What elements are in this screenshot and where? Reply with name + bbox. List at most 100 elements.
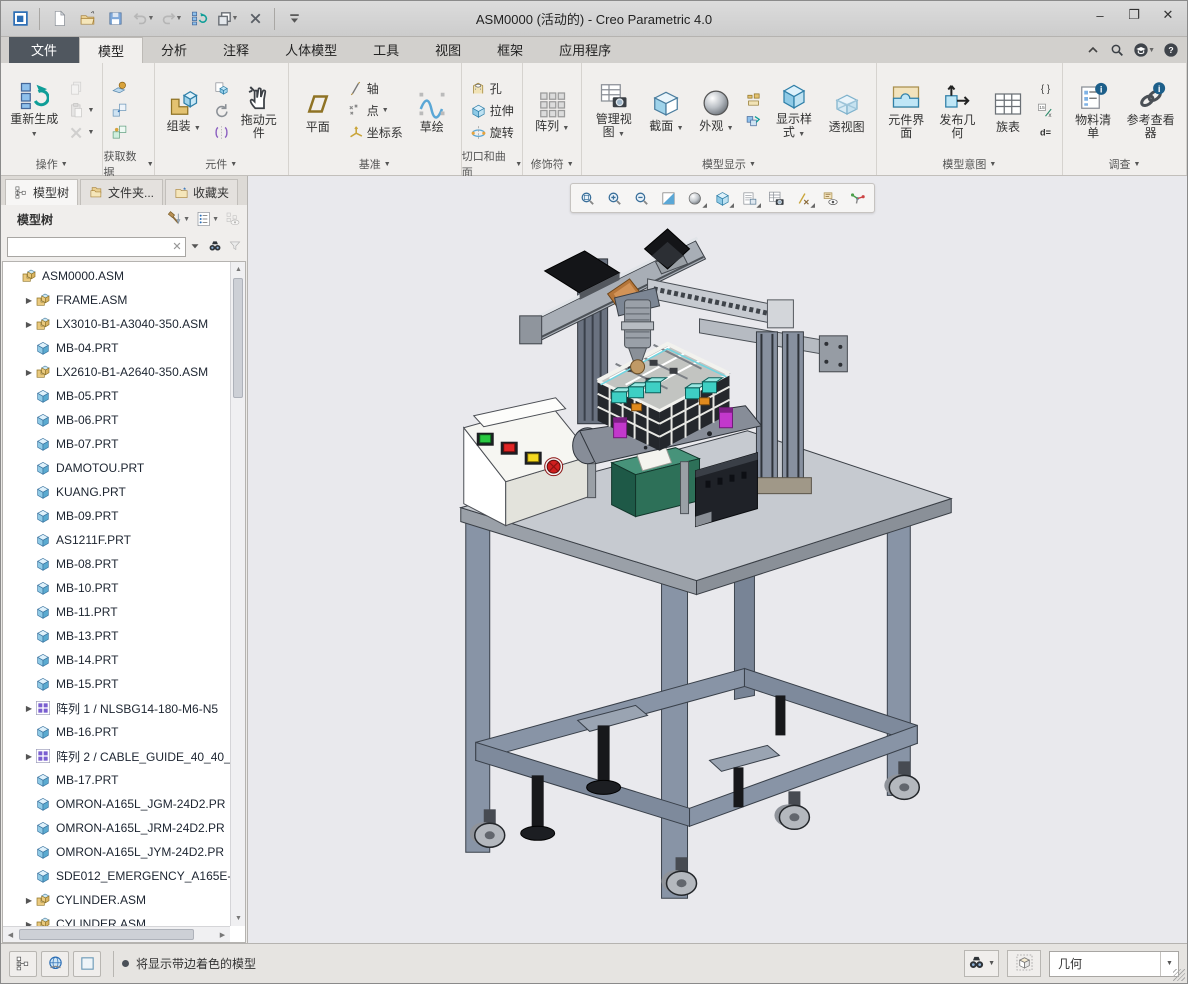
navigator-tab-模型树[interactable]: 模型树 — [5, 179, 78, 205]
tree-item[interactable]: DAMOTOU.PRT — [3, 456, 230, 480]
manage-views-button[interactable]: 管理视图 ▼ — [588, 77, 639, 143]
new-file-button[interactable] — [46, 6, 72, 32]
group-label[interactable]: 基准▼ — [289, 153, 461, 175]
tree-item[interactable]: MB-05.PRT — [3, 384, 230, 408]
customize-quick-access-button[interactable] — [281, 6, 307, 32]
tree-item[interactable]: KUANG.PRT — [3, 480, 230, 504]
tree-item[interactable]: ASM0000.ASM — [3, 264, 230, 288]
select-items-button[interactable] — [1007, 950, 1041, 977]
tab-人体模型[interactable]: 人体模型 — [267, 37, 355, 63]
tree-item[interactable]: OMRON-A165L_JGM-24D2.PR — [3, 792, 230, 816]
tree-item[interactable]: ▶CYLINDER.ASM — [3, 912, 230, 926]
navigator-tab-收藏夹[interactable]: *收藏夹 — [165, 179, 238, 205]
scenes-button[interactable] — [743, 112, 764, 131]
open-file-button[interactable] — [74, 6, 100, 32]
create-component-button[interactable] — [211, 79, 232, 98]
tree-item[interactable]: MB-13.PRT — [3, 624, 230, 648]
tree-vertical-scrollbar[interactable]: ▲ ▼ — [230, 262, 245, 926]
tab-框架[interactable]: 框架 — [479, 37, 541, 63]
tree-item[interactable]: MB-15.PRT — [3, 672, 230, 696]
copy-button[interactable] — [66, 79, 97, 98]
regenerate-button[interactable]: 重新生成 ▼ — [7, 77, 62, 143]
find-button[interactable] — [208, 239, 222, 256]
search-dropdown-icon[interactable] — [188, 239, 202, 256]
drag-components-button[interactable]: 拖动元件 — [236, 78, 282, 142]
tree-item[interactable]: ▶阵列 2 / CABLE_GUIDE_40_40_ — [3, 744, 230, 768]
delete-button[interactable]: ▼ — [66, 123, 97, 142]
sketch-button[interactable]: 草绘 — [409, 85, 455, 136]
selection-filter[interactable]: 几何 ▼ — [1049, 951, 1179, 977]
regenerate-quick-button[interactable] — [186, 6, 212, 32]
help-button[interactable]: ? — [1163, 42, 1179, 58]
learning-connector-button[interactable]: ▼ — [1133, 42, 1155, 58]
shading-quality-button[interactable]: ◢ — [683, 186, 708, 210]
find-tool[interactable]: ▼ — [964, 950, 999, 977]
expand-arrow-icon[interactable]: ▶ — [23, 896, 35, 905]
tab-应用程序[interactable]: 应用程序 — [541, 37, 629, 63]
tree-item[interactable]: MB-14.PRT — [3, 648, 230, 672]
expand-arrow-icon[interactable]: ▶ — [23, 320, 35, 329]
clear-search-icon[interactable] — [170, 239, 184, 256]
datum-plane-button[interactable]: 平面 — [295, 85, 341, 136]
tree-settings-button[interactable]: ▼ — [167, 211, 190, 227]
navigator-tab-文件夹...[interactable]: 文件夹... — [80, 179, 163, 205]
command-search-button[interactable] — [1109, 42, 1125, 58]
tab-文件[interactable]: 文件 — [9, 37, 79, 63]
dropdown-icon[interactable]: ▼ — [148, 15, 155, 22]
assemble-button[interactable]: 组装 ▼ — [161, 84, 207, 137]
appearance-gallery-button[interactable] — [743, 90, 764, 109]
reference-viewer-button[interactable]: i参考查看器 — [1121, 78, 1180, 142]
group-label[interactable]: 获取数据▼ — [103, 153, 153, 175]
group-label[interactable]: 模型意图▼ — [877, 153, 1062, 175]
tree-item[interactable]: MB-11.PRT — [3, 600, 230, 624]
tree-item[interactable]: AS1211F.PRT — [3, 528, 230, 552]
undo-button[interactable]: ▼ — [130, 6, 156, 32]
group-label[interactable]: 调查▼ — [1063, 153, 1186, 175]
expand-arrow-icon[interactable]: ▶ — [23, 704, 35, 713]
datum-csys-button[interactable]: 坐标系 — [345, 123, 405, 142]
refit-button[interactable] — [575, 186, 600, 210]
user-defined-feature-button[interactable] — [109, 79, 130, 98]
resize-grip[interactable] — [1173, 969, 1185, 981]
group-label[interactable]: 模型显示▼ — [582, 153, 875, 175]
spin-center-button[interactable] — [845, 186, 870, 210]
tree-horizontal-scrollbar[interactable]: ◀ ▶ — [3, 926, 230, 942]
extrude-button[interactable]: 拉伸 — [468, 101, 516, 120]
display-style-button[interactable]: 显示样式 ▼ — [768, 77, 819, 143]
tree-item[interactable]: MB-08.PRT — [3, 552, 230, 576]
tab-工具[interactable]: 工具 — [355, 37, 417, 63]
hole-button[interactable]: 孔 — [468, 79, 516, 98]
redo-button[interactable]: ▼ — [158, 6, 184, 32]
tab-模型[interactable]: 模型 — [79, 37, 143, 63]
pattern-button[interactable]: 阵列 ▼ — [529, 84, 575, 137]
group-label[interactable]: 切口和曲面▼ — [462, 153, 522, 175]
tree-item[interactable]: MB-09.PRT — [3, 504, 230, 528]
expand-arrow-icon[interactable]: ▶ — [23, 752, 35, 761]
tree-item[interactable]: ▶阵列 1 / NLSBG14-180-M6-N5 — [3, 696, 230, 720]
repeat-button[interactable] — [211, 101, 232, 120]
filter-button[interactable] — [228, 239, 242, 256]
tab-视图[interactable]: 视图 — [417, 37, 479, 63]
close-window-button[interactable] — [242, 6, 268, 32]
tree-item[interactable]: MB-06.PRT — [3, 408, 230, 432]
family-table-button[interactable]: 族表 — [985, 85, 1031, 136]
tree-item[interactable]: OMRON-A165L_JRM-24D2.PR — [3, 816, 230, 840]
tree-item[interactable]: ▶CYLINDER.ASM — [3, 888, 230, 912]
tree-item[interactable]: ▶FRAME.ASM — [3, 288, 230, 312]
3d-assembly-model[interactable] — [248, 176, 1187, 943]
tree-search-input[interactable] — [7, 237, 186, 257]
tree-item[interactable]: MB-10.PRT — [3, 576, 230, 600]
dropdown-icon[interactable]: ▼ — [232, 15, 239, 22]
annotation-display-button[interactable] — [818, 186, 843, 210]
sections-button[interactable]: 截面 ▼ — [643, 84, 689, 137]
close-button[interactable]: ✕ — [1151, 1, 1185, 29]
datum-axis-button[interactable]: 轴 — [345, 79, 405, 98]
display-style-button[interactable]: ◢ — [710, 186, 735, 210]
zoom-out-button[interactable] — [629, 186, 654, 210]
expand-arrow-icon[interactable]: ▶ — [23, 368, 35, 377]
tree-item[interactable]: MB-04.PRT — [3, 336, 230, 360]
tab-注释[interactable]: 注释 — [205, 37, 267, 63]
tree-show-button[interactable] — [225, 211, 241, 227]
perspective-button[interactable]: 透视图 — [824, 85, 870, 136]
saved-orientations-button[interactable]: ◢ — [737, 186, 762, 210]
